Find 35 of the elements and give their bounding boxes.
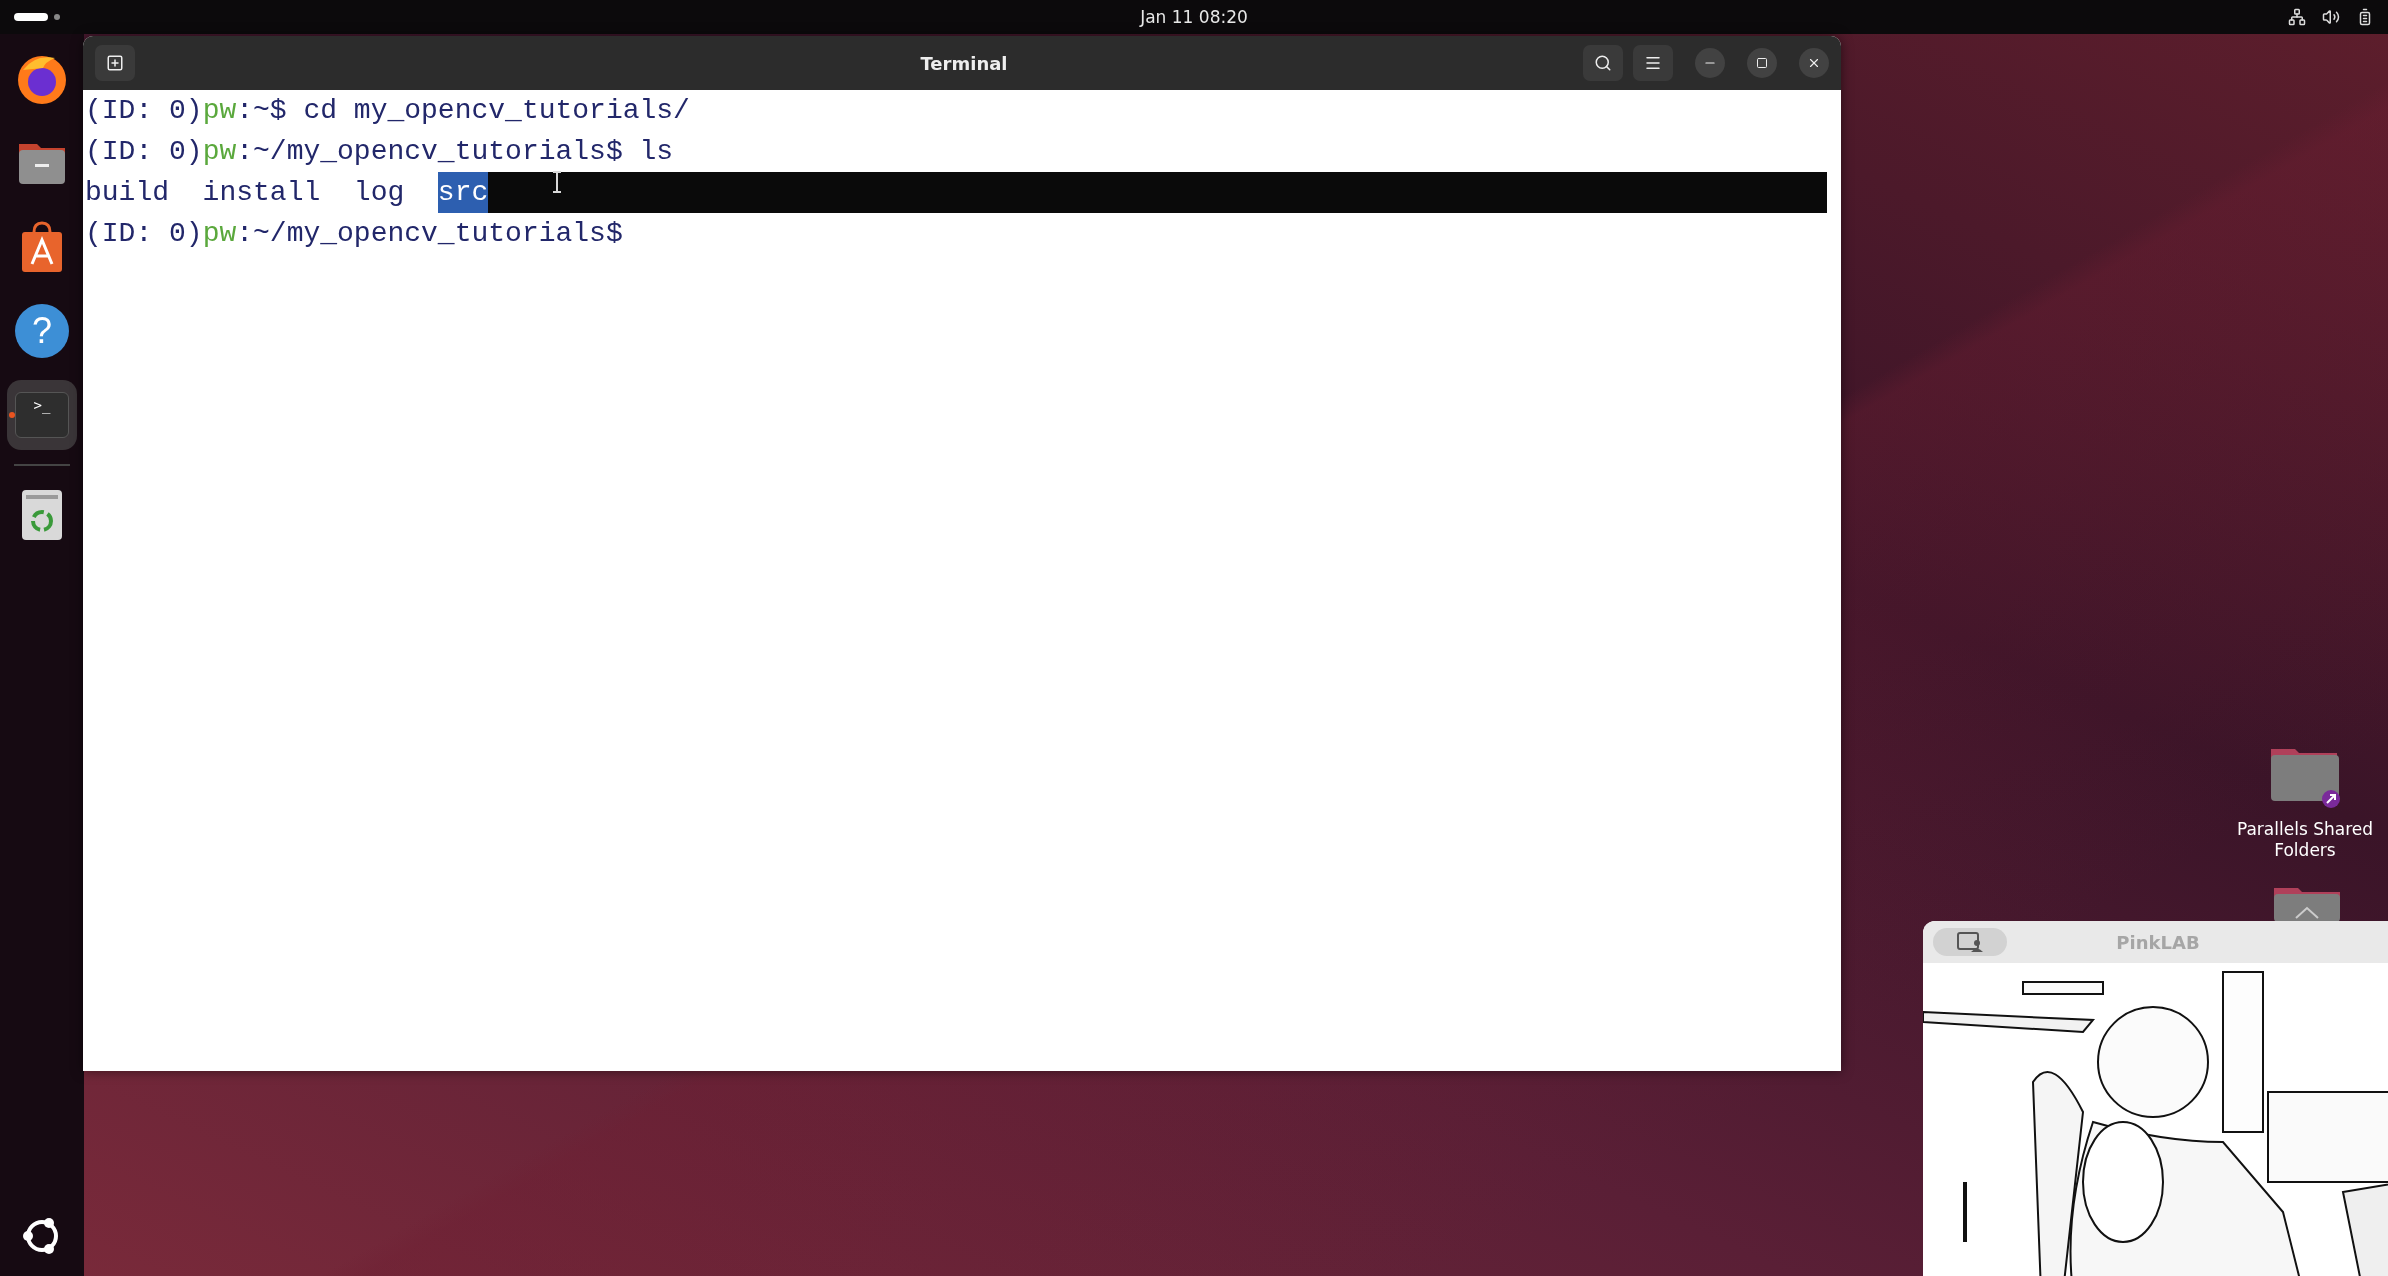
minimize-button[interactable] [1695, 48, 1725, 78]
terminal-text: pw [202, 94, 237, 128]
terminal-icon: >_ [15, 392, 69, 438]
close-icon [1807, 56, 1821, 70]
search-icon [1594, 54, 1612, 72]
terminal-text: pw [202, 135, 237, 169]
network-icon[interactable] [2288, 8, 2306, 26]
maximize-button[interactable] [1747, 48, 1777, 78]
menu-button[interactable] [1633, 45, 1673, 81]
terminal-text: :~$ cd my_opencv_tutorials/ [236, 94, 690, 128]
selected-text: src [437, 172, 489, 213]
help-icon: ? [15, 304, 69, 358]
trash-icon [20, 488, 64, 542]
menu-icon [1644, 54, 1662, 72]
text-cursor-icon [551, 170, 563, 194]
maximize-icon [1756, 57, 1768, 69]
window-title: Terminal [919, 52, 1009, 74]
screen-share-icon [1956, 931, 1984, 953]
close-button[interactable] [1799, 48, 1829, 78]
terminal-text: (ID: 0) [85, 94, 203, 128]
new-tab-button[interactable] [95, 45, 135, 81]
screen-share-button[interactable] [1933, 928, 2007, 956]
new-tab-icon [106, 54, 124, 72]
volume-icon[interactable] [2322, 8, 2340, 26]
search-button[interactable] [1583, 45, 1623, 81]
terminal-text: build install log [85, 176, 406, 210]
terminal-text: pw [202, 217, 237, 251]
terminal-text: :~/my_opencv_tutorials$ ls [236, 135, 674, 169]
date-time[interactable]: Jan 11 08:20 [1140, 7, 1248, 27]
window-title: PinkLAB [2115, 931, 2201, 953]
terminal-text: :~/my_opencv_tutorials$ [236, 217, 623, 251]
dock-item[interactable]: >_ [7, 380, 77, 450]
desktop-icon-label[interactable]: Parallels Shared Folders [2220, 819, 2388, 861]
terminal-text: (ID: 0) [85, 135, 203, 169]
terminal-text: (ID: 0) [85, 217, 203, 251]
